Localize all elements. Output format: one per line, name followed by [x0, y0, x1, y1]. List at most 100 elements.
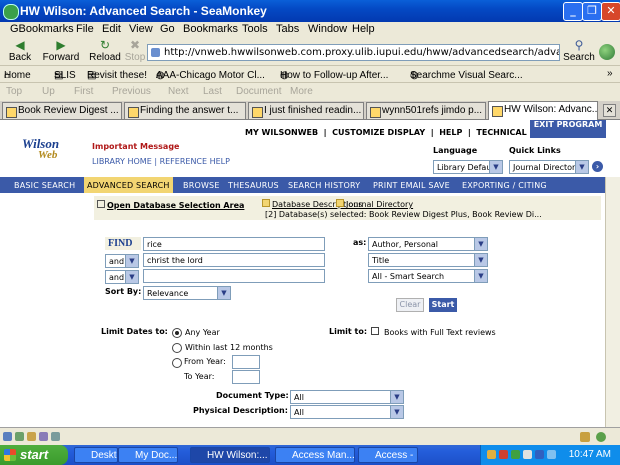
- nav-advanced-search[interactable]: ADVANCED SEARCH: [84, 177, 173, 193]
- magnifier-icon: ⚲: [574, 38, 584, 52]
- field-1-select[interactable]: Author, Personal ▼: [368, 237, 488, 251]
- mail-icon[interactable]: [15, 432, 24, 441]
- reload-button[interactable]: ↻ Reload: [88, 38, 122, 64]
- search-term-3-input[interactable]: [143, 269, 325, 283]
- library-home-link[interactable]: LIBRARY HOME: [92, 157, 152, 166]
- search-term-1-input[interactable]: rice: [143, 237, 325, 251]
- nav-search-history[interactable]: SEARCH HISTORY: [288, 181, 360, 190]
- sitenav-last[interactable]: Last: [203, 86, 222, 97]
- operator-2-select[interactable]: and ▼: [105, 254, 139, 268]
- menu-bar: GBookmarks File Edit View Go Bookmarks T…: [0, 22, 620, 38]
- help-link[interactable]: HELP: [439, 128, 462, 137]
- close-button[interactable]: ✕: [601, 2, 620, 21]
- close-tab-icon[interactable]: ✕: [603, 104, 616, 117]
- to-year-input[interactable]: [232, 370, 260, 384]
- minimize-button[interactable]: _: [563, 2, 583, 21]
- back-button[interactable]: ◀ Back: [5, 38, 35, 64]
- menu-file[interactable]: File: [76, 23, 94, 35]
- tray-icon[interactable]: [499, 450, 508, 459]
- tab-just-finished[interactable]: I just finished readin...: [248, 102, 364, 119]
- exit-program-button[interactable]: EXIT PROGRAM: [530, 120, 606, 138]
- seamonkey-throbber-icon: [599, 44, 615, 60]
- tray-icon[interactable]: [511, 450, 520, 459]
- my-wilsonweb-link[interactable]: MY WILSONWEB: [245, 128, 318, 137]
- customize-display-link[interactable]: CUSTOMIZE DISPLAY: [332, 128, 425, 137]
- composer-icon[interactable]: [51, 432, 60, 441]
- window-titlebar[interactable]: HW Wilson: Advanced Search - SeaMonkey _…: [0, 0, 620, 22]
- menu-tools[interactable]: Tools: [242, 23, 268, 35]
- taskbar-my-documents[interactable]: My Doc...: [118, 447, 178, 463]
- menu-window[interactable]: Window: [308, 23, 347, 35]
- menu-view[interactable]: View: [129, 23, 153, 35]
- physical-description-select[interactable]: All ▼: [290, 405, 404, 419]
- quicklinks-select[interactable]: Journal Directory ▼: [509, 160, 589, 174]
- menu-tabs[interactable]: Tabs: [276, 23, 299, 35]
- tab-wynn501refs[interactable]: wynn501refs jimdo p...: [366, 102, 486, 119]
- bookmarks-toolbar: ⌂ Home ▤ SLIS ▤ Revisit these! ◍ AAA-Chica…: [0, 66, 620, 83]
- document-type-select[interactable]: All ▼: [290, 390, 404, 404]
- from-year-input[interactable]: [232, 355, 260, 369]
- sitenav-first[interactable]: First: [74, 86, 93, 97]
- nav-print-email-save[interactable]: PRINT EMAIL SAVE: [373, 181, 450, 190]
- vertical-scrollbar[interactable]: [605, 177, 620, 427]
- to-year-label: To Year:: [184, 372, 215, 381]
- any-year-radio[interactable]: [172, 328, 182, 338]
- tray-icon[interactable]: [487, 450, 496, 459]
- bookmarks-overflow-chevron-icon[interactable]: »: [607, 68, 613, 79]
- taskbar-desktop[interactable]: Desktop: [74, 447, 118, 463]
- tray-icon[interactable]: [535, 450, 544, 459]
- open-database-selection-link[interactable]: Open Database Selection Area: [97, 200, 244, 210]
- status-bar: [0, 427, 620, 445]
- forward-button[interactable]: ▶ Forward: [40, 38, 82, 64]
- year-range-radio[interactable]: [172, 358, 182, 368]
- tab-book-review-digest[interactable]: Book Review Digest ...: [2, 102, 122, 119]
- last-12-months-radio[interactable]: [172, 343, 182, 353]
- search-button[interactable]: ⚲ Search: [563, 38, 595, 64]
- sitenav-next[interactable]: Next: [168, 86, 189, 97]
- tray-icon[interactable]: [523, 450, 532, 459]
- sort-by-select[interactable]: Relevance ▼: [143, 286, 231, 300]
- stop-button[interactable]: ✖ Stop: [123, 38, 147, 64]
- language-select[interactable]: Library Default ▼: [433, 160, 503, 174]
- maximize-button[interactable]: ❐: [582, 2, 602, 21]
- sitenav-more[interactable]: More: [290, 86, 313, 97]
- nav-thesaurus[interactable]: THESAURUS: [228, 181, 279, 190]
- url-input[interactable]: http://vnweb.hwwilsonweb.com.proxy.ulib.…: [147, 44, 560, 61]
- full-text-checkbox[interactable]: [371, 327, 379, 335]
- from-year-label: From Year:: [184, 357, 226, 366]
- start-button[interactable]: Start: [429, 298, 457, 312]
- menu-bookmarks[interactable]: Bookmarks: [183, 23, 238, 35]
- sitenav-up[interactable]: Up: [42, 86, 55, 97]
- address-book-icon[interactable]: [39, 432, 48, 441]
- nav-exporting-citing[interactable]: EXPORTING / CITING: [462, 181, 547, 190]
- speaker-icon[interactable]: [547, 450, 556, 459]
- back-arrow-icon: ◀: [15, 38, 25, 52]
- nav-browse[interactable]: BROWSE: [183, 181, 220, 190]
- menu-edit[interactable]: Edit: [102, 23, 121, 35]
- reference-help-link[interactable]: REFERENCE HELP: [160, 157, 230, 166]
- nav-basic-search[interactable]: BASIC SEARCH: [14, 181, 75, 190]
- menu-gbookmarks[interactable]: GBookmarks: [10, 23, 74, 35]
- field-3-select[interactable]: All - Smart Search ▼: [368, 269, 488, 283]
- field-2-select[interactable]: Title ▼: [368, 253, 488, 267]
- menu-help[interactable]: Help: [352, 23, 375, 35]
- sitenav-document[interactable]: Document: [236, 86, 282, 97]
- compose-icon[interactable]: [27, 432, 36, 441]
- search-term-2-input[interactable]: christ the lord: [143, 253, 325, 267]
- taskbar-access-manager[interactable]: Access Man...: [275, 447, 355, 463]
- sitenav-top[interactable]: Top: [6, 86, 22, 97]
- tab-hw-wilson[interactable]: HW Wilson: Advanc...: [488, 101, 598, 120]
- taskbar-hw-wilson[interactable]: HW Wilson:...: [190, 447, 270, 463]
- important-message[interactable]: Important Message: [92, 142, 179, 151]
- reload-icon: ↻: [99, 38, 111, 52]
- taskbar-access[interactable]: Access - ...: [358, 447, 418, 463]
- system-tray: 10:47 AM: [480, 445, 620, 465]
- clear-button[interactable]: Clear: [396, 298, 424, 312]
- tab-finding-answer[interactable]: Finding the answer t...: [124, 102, 246, 119]
- operator-3-select[interactable]: and ▼: [105, 270, 139, 284]
- journal-directory-link[interactable]: Journal Directory: [336, 199, 413, 209]
- sitenav-previous[interactable]: Previous: [112, 86, 151, 97]
- go-arrow-icon[interactable]: ›: [592, 161, 603, 172]
- menu-go[interactable]: Go: [160, 23, 175, 35]
- start-button-taskbar[interactable]: start: [0, 445, 68, 465]
